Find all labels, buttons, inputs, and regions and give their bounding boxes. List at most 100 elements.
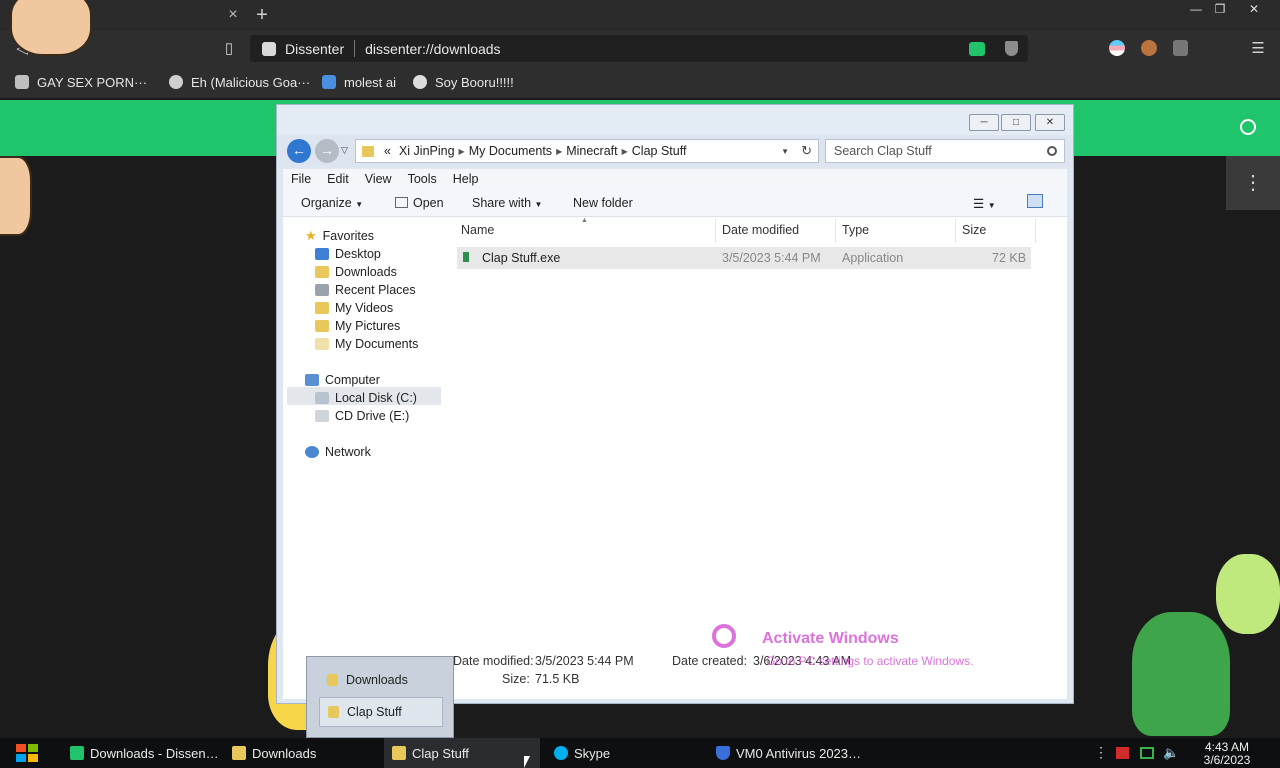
nav-recent-places[interactable]: Recent Places	[315, 281, 416, 299]
organize-label: Organize	[301, 196, 352, 210]
taskbar-item[interactable]: Downloads	[224, 738, 380, 768]
breadcrumb-arrow-icon[interactable]: ▶	[622, 147, 628, 156]
windows-logo-icon	[16, 754, 26, 762]
new-tab-button[interactable]: +	[252, 4, 272, 26]
recent-pages-chevron-icon[interactable]: ▽	[341, 145, 348, 156]
browser-maximize-button[interactable]: ❐	[1206, 0, 1234, 18]
taskbar-item[interactable]: Skype	[546, 738, 702, 768]
open-button[interactable]: Open	[395, 196, 444, 210]
maximize-button[interactable]: □	[1001, 114, 1031, 131]
taskbar-item-label: VM0 Antivirus 2023…	[736, 745, 862, 761]
extension-flag-icon[interactable]	[1109, 40, 1125, 56]
bookmark-item[interactable]: Eh (Malicious Goa···	[169, 73, 310, 91]
column-separator[interactable]	[715, 219, 716, 243]
search-icon[interactable]	[1047, 146, 1057, 156]
forward-arrow-icon[interactable]: →	[315, 139, 339, 163]
more-options-icon[interactable]: ⋮	[1226, 156, 1280, 210]
action-center-flag-icon[interactable]	[1116, 747, 1129, 759]
bookmark-item[interactable]: GAY SEX PORN···	[15, 73, 147, 91]
extension-avatar-icon[interactable]	[1141, 40, 1157, 56]
nav-favorites[interactable]: ★ Favorites	[305, 227, 374, 245]
breadcrumb-item[interactable]: Xi JinPing	[399, 144, 455, 158]
cartoon-face-sticker	[10, 0, 92, 56]
nav-my-videos[interactable]: My Videos	[315, 299, 393, 317]
shield-icon[interactable]	[1005, 41, 1018, 56]
nav-my-documents[interactable]: My Documents	[315, 335, 418, 353]
tray-overflow-icon[interactable]: ⋮	[1094, 744, 1108, 761]
popup-item-clap-stuff[interactable]: Clap Stuff	[319, 697, 443, 727]
search-placeholder: Search Clap Stuff	[834, 144, 932, 158]
key-icon	[712, 624, 736, 648]
taskbar-item-active[interactable]: Clap Stuff	[384, 738, 540, 768]
nav-my-pictures[interactable]: My Pictures	[315, 317, 400, 335]
search-input[interactable]: Search Clap Stuff	[825, 139, 1065, 163]
open-app-icon	[395, 197, 408, 208]
share-with-button[interactable]: Share with ▼	[472, 196, 542, 210]
start-button[interactable]	[10, 740, 44, 766]
column-header-date-modified[interactable]: Date modified	[722, 223, 799, 237]
site-info-icon[interactable]	[262, 41, 276, 56]
menu-view[interactable]: View	[357, 172, 400, 186]
bookmark-item[interactable]: Soy Booru!!!!!	[413, 73, 514, 91]
hard-drive-icon	[315, 392, 329, 404]
search-icon[interactable]	[1240, 119, 1256, 135]
address-dropdown-icon[interactable]: ▼	[781, 147, 789, 156]
windows-logo-icon	[28, 744, 38, 752]
column-separator[interactable]	[1035, 219, 1036, 243]
browser-close-button[interactable]: ✕	[1240, 0, 1268, 18]
address-url[interactable]: dissenter://downloads	[365, 41, 500, 57]
file-list	[449, 217, 1067, 609]
tab-close-icon[interactable]: ×	[224, 6, 242, 24]
nav-network[interactable]: Network	[305, 443, 371, 461]
column-separator[interactable]	[835, 219, 836, 243]
organize-button[interactable]: Organize ▼	[301, 196, 363, 210]
network-tray-icon[interactable]	[1140, 747, 1154, 759]
refresh-icon[interactable]: ↻	[801, 143, 812, 159]
file-name[interactable]: Clap Stuff.exe	[482, 251, 560, 265]
breadcrumb-arrow-icon[interactable]: ▶	[459, 147, 465, 156]
column-header-name[interactable]: Name	[461, 223, 494, 237]
popup-item-downloads[interactable]: Downloads	[319, 665, 443, 695]
column-separator[interactable]	[955, 219, 956, 243]
ublock-icon[interactable]	[1173, 40, 1188, 56]
nav-cd-drive[interactable]: CD Drive (E:)	[315, 407, 409, 425]
breadcrumb-item[interactable]: My Documents	[469, 144, 552, 158]
menu-file[interactable]: File	[283, 172, 319, 186]
taskbar-item[interactable]: Downloads - Dissen…	[62, 738, 218, 768]
menu-tools[interactable]: Tools	[400, 172, 445, 186]
breadcrumb-item[interactable]: Clap Stuff	[632, 144, 687, 158]
back-arrow-icon[interactable]: ←	[287, 139, 311, 163]
command-bar: Organize ▼ Open Share with ▼ New folder …	[283, 189, 1067, 217]
nav-label: My Videos	[335, 301, 394, 315]
cd-drive-icon	[315, 410, 329, 422]
browser-menu-icon[interactable]: ☰	[1248, 39, 1268, 57]
column-header-size[interactable]: Size	[962, 223, 986, 237]
minimize-button[interactable]: ─	[969, 114, 999, 131]
close-button[interactable]: ✕	[1035, 114, 1065, 131]
bookmark-label: Soy Booru!!!!!	[435, 74, 514, 90]
bookmark-icon[interactable]: ▯	[220, 39, 238, 57]
breadcrumb-arrow-icon[interactable]: ▶	[556, 147, 562, 156]
view-options-icon[interactable]: ☰ ▼	[973, 196, 996, 211]
dissenter-icon	[70, 746, 84, 760]
bookmark-item[interactable]: molest ai	[322, 73, 396, 91]
column-header-type[interactable]: Type	[842, 223, 869, 237]
breadcrumb-overflow[interactable]: «	[384, 144, 391, 158]
system-clock[interactable]: 4:43 AM 3/6/2023	[1188, 741, 1266, 767]
menu-help[interactable]: Help	[445, 172, 487, 186]
nav-local-disk[interactable]: Local Disk (C:)	[315, 389, 417, 407]
globe-icon	[169, 75, 183, 89]
dissenter-comment-icon[interactable]	[969, 41, 985, 56]
address-bar[interactable]: Dissenter dissenter://downloads	[250, 35, 1028, 62]
breadcrumb[interactable]: « Xi JinPing ▶ My Documents ▶ Minecraft …	[355, 139, 819, 163]
taskbar-item[interactable]: VM0 Antivirus 2023…	[708, 738, 864, 768]
preview-pane-icon[interactable]	[1027, 194, 1043, 208]
new-folder-button[interactable]: New folder	[573, 196, 633, 210]
volume-icon[interactable]: 🔈	[1163, 745, 1179, 761]
nav-downloads[interactable]: Downloads	[315, 263, 397, 281]
nav-desktop[interactable]: Desktop	[315, 245, 381, 263]
details-size-value: 71.5 KB	[535, 672, 580, 686]
breadcrumb-item[interactable]: Minecraft	[566, 144, 617, 158]
address-app-name: Dissenter	[285, 40, 345, 57]
menu-edit[interactable]: Edit	[319, 172, 357, 186]
